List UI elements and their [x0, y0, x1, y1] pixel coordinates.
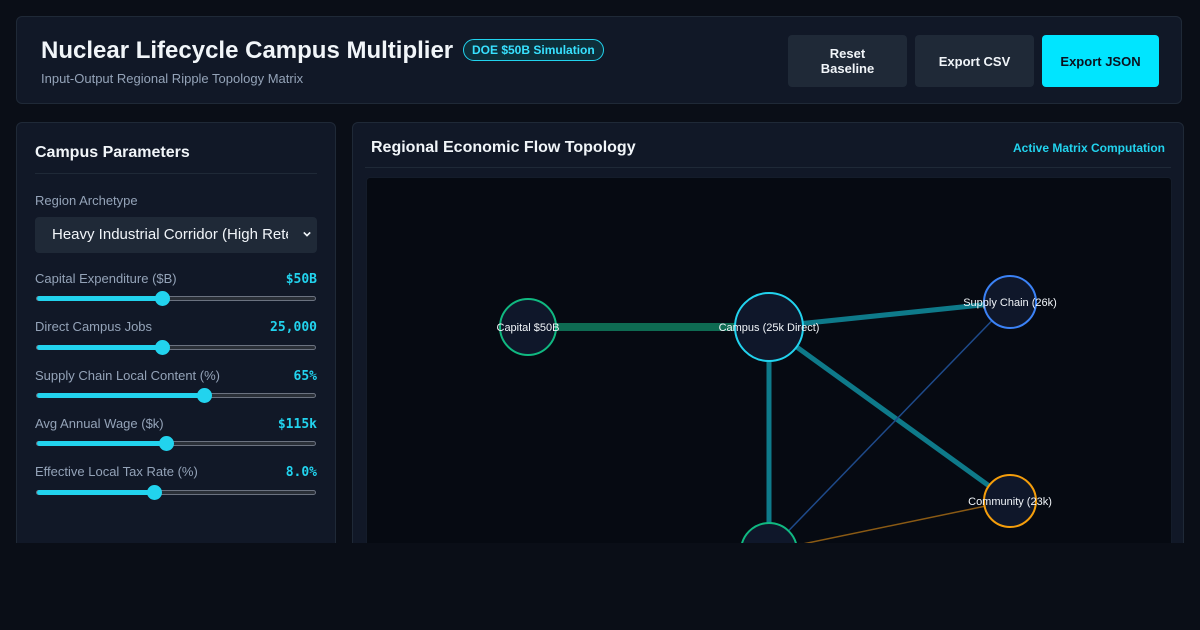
slider-value-direct-jobs: 25,000	[270, 320, 317, 335]
slider-value-supply-chain: 65%	[293, 369, 317, 384]
slider-fill	[37, 345, 163, 350]
slider-value-wage: $115k	[277, 417, 317, 432]
slider-fill	[37, 296, 163, 301]
slider-wage[interactable]	[36, 436, 316, 451]
topology-graph: Capital $50B Campus (25k Direct) Supply …	[497, 275, 1057, 543]
slider-capex[interactable]	[36, 291, 316, 306]
node-capital[interactable]: Capital $50B	[497, 298, 560, 356]
slider-direct-jobs[interactable]	[36, 340, 316, 355]
divider	[35, 173, 317, 174]
chevron-down-icon	[303, 231, 311, 237]
export-csv-button[interactable]: Export CSV	[915, 35, 1034, 87]
node-induced-circle	[741, 522, 797, 543]
panel-title: Campus Parameters	[35, 144, 190, 161]
slider-thumb[interactable]	[146, 485, 162, 500]
node-capital-label: Capital $50B	[497, 322, 560, 334]
page-subtitle: Input-Output Regional Ripple Topology Ma…	[41, 71, 304, 86]
node-induced[interactable]	[741, 522, 797, 543]
slider-thumb[interactable]	[159, 436, 175, 451]
node-community-label: Community (23k)	[968, 496, 1052, 508]
page-title: Nuclear Lifecycle Campus Multiplier	[41, 37, 454, 64]
node-supply-label: Supply Chain (26k)	[963, 297, 1057, 309]
region-archetype-select[interactable]: Heavy Industrial Corridor (High Retentio…	[35, 217, 317, 253]
slider-label-direct-jobs: Direct Campus Jobs	[35, 319, 153, 334]
viewport: Nuclear Lifecycle Campus Multiplier DOE …	[0, 0, 1200, 543]
edge-campus-community	[767, 324, 1012, 504]
slider-value-tax-rate: 8.0%	[285, 465, 317, 480]
slider-fill	[37, 441, 167, 446]
simulation-badge: DOE $50B Simulation	[463, 39, 604, 61]
export-json-button[interactable]: Export JSON	[1042, 35, 1159, 87]
topology-title: Regional Economic Flow Topology	[371, 139, 636, 156]
region-archetype-value: Heavy Industrial Corridor (High Retentio…	[52, 226, 288, 243]
node-supply-chain[interactable]: Supply Chain (26k)	[963, 275, 1057, 329]
slider-fill	[37, 393, 204, 398]
slider-label-tax-rate: Effective Local Tax Rate (%)	[35, 464, 198, 479]
slider-label-wage: Avg Annual Wage ($k)	[35, 416, 164, 431]
reset-baseline-button[interactable]: Reset Baseline	[788, 35, 907, 87]
node-campus-label: Campus (25k Direct)	[719, 322, 820, 334]
slider-value-capex: $50B	[285, 272, 317, 287]
slider-thumb[interactable]	[155, 340, 171, 355]
campus-parameters-panel: Campus Parameters Region Archetype Heavy…	[16, 122, 336, 543]
computation-status: Active Matrix Computation	[1012, 141, 1165, 155]
topology-canvas[interactable]: Capital $50B Campus (25k Direct) Supply …	[366, 177, 1172, 543]
slider-label-capex: Capital Expenditure ($B)	[35, 271, 177, 286]
slider-fill	[37, 490, 154, 495]
slider-tax-rate[interactable]	[36, 485, 316, 500]
topology-panel: Regional Economic Flow Topology Active M…	[352, 122, 1184, 543]
slider-supply-chain[interactable]	[36, 388, 316, 403]
slider-thumb[interactable]	[196, 388, 212, 403]
slider-label-supply-chain: Supply Chain Local Content (%)	[35, 368, 220, 383]
slider-thumb[interactable]	[155, 291, 171, 306]
divider	[365, 167, 1171, 168]
region-archetype-label: Region Archetype	[35, 193, 138, 208]
app-header: Nuclear Lifecycle Campus Multiplier DOE …	[16, 16, 1182, 104]
